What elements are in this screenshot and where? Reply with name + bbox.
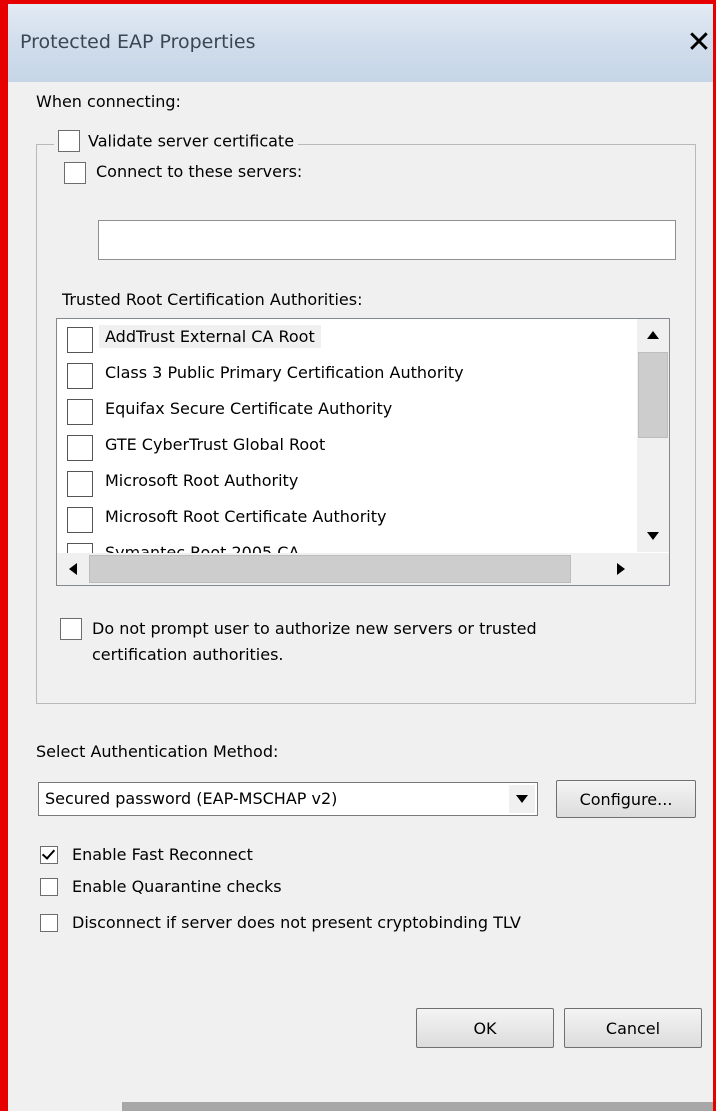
list-item-checkbox[interactable] (67, 363, 93, 389)
cryptobinding-checkbox[interactable] (40, 914, 58, 932)
servers-input[interactable] (98, 220, 676, 260)
list-item-label: AddTrust External CA Root (99, 325, 321, 348)
chevron-down-icon[interactable] (509, 785, 535, 813)
list-item[interactable]: Microsoft Root Certificate Authority (57, 499, 637, 535)
list-item-label-wrap: AddTrust External CA Root (99, 325, 321, 348)
horizontal-scrollbar[interactable] (57, 553, 637, 585)
window-title: Protected EAP Properties (20, 31, 256, 53)
ok-button[interactable]: OK (416, 1008, 554, 1048)
no-prompt-label: Do not prompt user to authorize new serv… (92, 616, 537, 668)
window-frame-left (0, 0, 8, 1111)
list-item[interactable]: Microsoft Root Authority (57, 463, 637, 499)
list-item-label: Equifax Secure Certificate Authority (105, 399, 393, 418)
arrow-down-icon[interactable] (637, 520, 669, 552)
auth-method-select[interactable]: Secured password (EAP-MSCHAP v2) (38, 782, 538, 816)
list-item-label: GTE CyberTrust Global Root (105, 435, 326, 454)
list-item-label: Microsoft Root Certificate Authority (105, 507, 387, 526)
auth-method-selected: Secured password (EAP-MSCHAP v2) (45, 789, 338, 808)
arrow-up-icon[interactable] (637, 319, 669, 351)
background-scrollbar (122, 1102, 713, 1111)
list-item-checkbox[interactable] (67, 399, 93, 425)
no-prompt-label-line2: certification authorities. (92, 645, 284, 664)
close-icon[interactable]: ✕ (685, 26, 713, 62)
validate-cert-legend: Validate server certificate (54, 130, 299, 156)
list-item-label: Microsoft Root Authority (105, 471, 299, 490)
horizontal-scroll-thumb[interactable] (89, 555, 571, 583)
arrow-left-icon[interactable] (57, 553, 89, 585)
cryptobinding-label: Disconnect if server does not present cr… (72, 913, 521, 932)
auth-method-label: Select Authentication Method: (36, 742, 279, 761)
list-item[interactable]: AddTrust External CA Root (57, 319, 637, 355)
connect-servers-label: Connect to these servers: (96, 162, 303, 181)
configure-button[interactable]: Configure... (556, 780, 696, 818)
trusted-root-label: Trusted Root Certification Authorities: (62, 290, 363, 309)
validate-cert-label: Validate server certificate (88, 131, 295, 151)
fast-reconnect-checkbox[interactable] (40, 846, 58, 864)
quarantine-checkbox[interactable] (40, 878, 58, 896)
list-item-label: Class 3 Public Primary Certification Aut… (105, 363, 464, 382)
trusted-root-list[interactable]: AddTrust External CA Root Class 3 Public… (56, 318, 670, 586)
fast-reconnect-label: Enable Fast Reconnect (72, 845, 253, 864)
arrow-right-icon[interactable] (605, 553, 637, 585)
list-item[interactable]: GTE CyberTrust Global Root (57, 427, 637, 463)
list-item-checkbox[interactable] (67, 327, 93, 353)
list-item-checkbox[interactable] (67, 435, 93, 461)
when-connecting-label: When connecting: (36, 92, 181, 111)
list-item-checkbox[interactable] (67, 471, 93, 497)
list-item[interactable]: Class 3 Public Primary Certification Aut… (57, 355, 637, 391)
scroll-corner (637, 553, 669, 585)
list-item-checkbox[interactable] (67, 507, 93, 533)
no-prompt-label-line1: Do not prompt user to authorize new serv… (92, 619, 537, 638)
vertical-scroll-thumb[interactable] (638, 352, 668, 438)
no-prompt-checkbox[interactable] (60, 618, 82, 640)
connect-servers-checkbox[interactable] (64, 162, 86, 184)
dialog-body: When connecting: Validate server certifi… (8, 82, 713, 1072)
title-bar[interactable]: Protected EAP Properties ✕ (8, 4, 713, 82)
quarantine-label: Enable Quarantine checks (72, 877, 282, 896)
vertical-scrollbar[interactable] (637, 319, 669, 552)
validate-cert-checkbox[interactable] (58, 130, 80, 152)
list-item[interactable]: Equifax Secure Certificate Authority (57, 391, 637, 427)
cancel-button[interactable]: Cancel (564, 1008, 702, 1048)
